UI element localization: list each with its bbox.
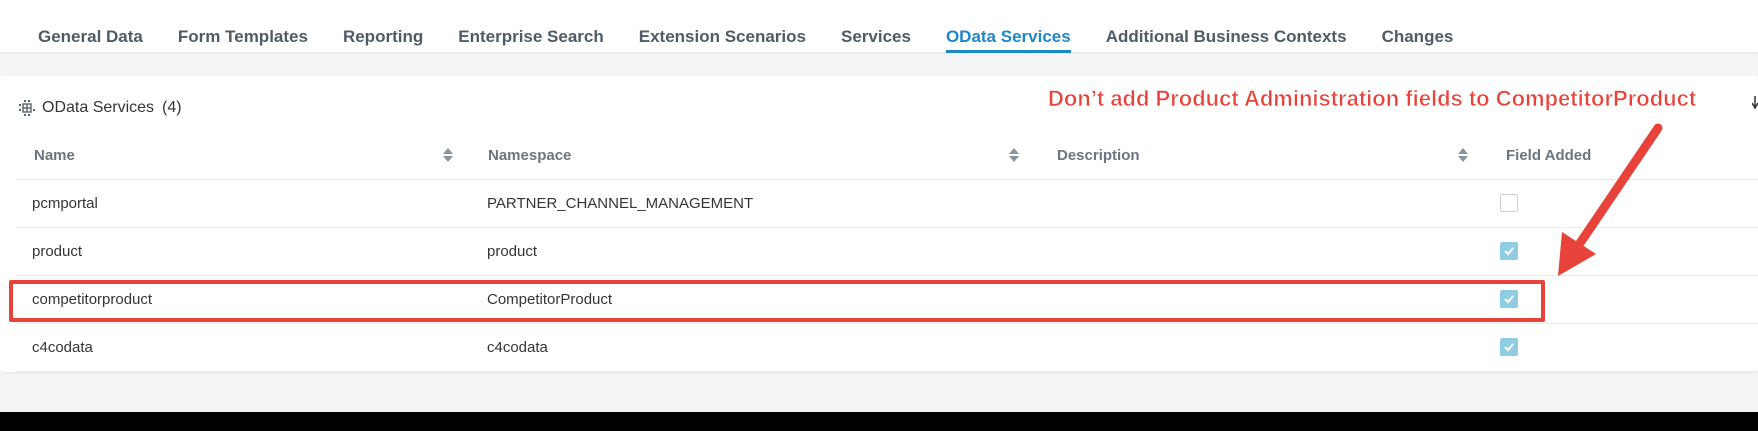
panel-count: (4) — [162, 99, 182, 116]
table-row[interactable]: product product — [16, 228, 1758, 276]
cell-name: c4codata — [32, 339, 93, 356]
cell-name: product — [32, 243, 83, 260]
tab-extension-scenarios[interactable]: Extension Scenarios — [639, 27, 806, 53]
column-header-name[interactable]: Name — [34, 131, 75, 179]
odata-services-panel: OData Services (4) Name Namespace Descri… — [0, 76, 1758, 372]
sort-icon[interactable] — [442, 146, 454, 164]
table-header: Name Namespace Description Field Added — [16, 131, 1758, 180]
sort-icon[interactable] — [1008, 146, 1020, 164]
table-row[interactable]: c4codata c4codata — [16, 324, 1758, 372]
cell-name: pcmportal — [32, 195, 98, 212]
tab-list: General Data Form Templates Reporting Enter… — [38, 27, 1488, 53]
annotation-text: Don’t add Product Administration fields … — [1048, 86, 1697, 112]
column-header-namespace[interactable]: Namespace — [488, 131, 571, 179]
tab-bar: General Data Form Templates Reporting Enter… — [0, 0, 1758, 53]
tab-odata-services[interactable]: OData Services — [945, 27, 1071, 53]
table-row[interactable]: pcmportal PARTNER_CHANNEL_MANAGEMENT — [16, 180, 1758, 228]
column-header-description[interactable]: Description — [1057, 131, 1140, 179]
checkmark-icon — [1504, 247, 1514, 256]
panel-header: OData Services (4) — [18, 94, 182, 122]
bottom-band — [0, 412, 1758, 431]
grid-icon — [19, 100, 35, 116]
tab-services[interactable]: Services — [841, 27, 911, 53]
annotation-arrow-icon — [1558, 123, 1663, 276]
annotation-highlight-box — [9, 280, 1545, 322]
tab-changes[interactable]: Changes — [1382, 27, 1454, 53]
cell-namespace: PARTNER_CHANNEL_MANAGEMENT — [487, 195, 754, 212]
cell-namespace: product — [487, 243, 538, 260]
tab-enterprise-search[interactable]: Enterprise Search — [458, 27, 604, 53]
sort-icon[interactable] — [1457, 146, 1469, 164]
tab-general-data[interactable]: General Data — [38, 27, 143, 53]
field-added-checkbox[interactable] — [1500, 242, 1518, 260]
tab-reporting[interactable]: Reporting — [343, 27, 423, 53]
arrow-icon — [1752, 96, 1758, 110]
tab-additional-business-contexts[interactable]: Additional Business Contexts — [1106, 27, 1347, 53]
cell-namespace: c4codata — [487, 339, 548, 356]
panel-title: OData Services — [42, 99, 155, 116]
field-added-checkbox[interactable] — [1500, 338, 1518, 356]
tab-form-templates[interactable]: Form Templates — [178, 27, 308, 53]
checkmark-icon — [1504, 343, 1514, 352]
field-added-checkbox[interactable] — [1500, 194, 1518, 212]
